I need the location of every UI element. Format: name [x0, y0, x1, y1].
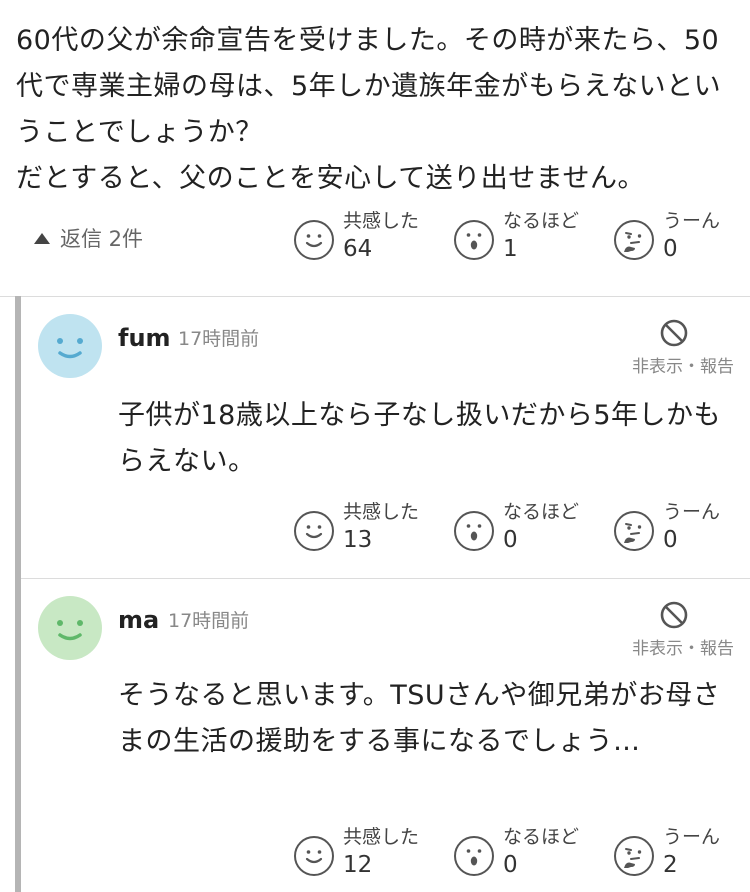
reaction-label: うーん [663, 826, 721, 848]
thinking-face-icon [614, 220, 654, 260]
block-icon [660, 319, 688, 347]
reply-toggle[interactable]: 返信 2件 [34, 223, 143, 253]
avatar[interactable] [38, 596, 102, 660]
hide-report-label: 非表示・報告 [632, 357, 734, 377]
reaction-count: 64 [343, 236, 373, 262]
surprised-face-icon [454, 220, 494, 260]
collapse-triangle-icon [34, 232, 50, 244]
timestamp: 17時間前 [168, 610, 250, 632]
reaction-count: 1 [503, 236, 518, 262]
reaction-label: なるほど [503, 210, 580, 232]
reaction-count: 0 [663, 527, 678, 553]
reaction-empathy[interactable]: 共感した 64 [294, 210, 454, 266]
reaction-label: なるほど [503, 826, 580, 848]
comment-reactions: 共感した 12 なるほど 0 うーん 2 [294, 826, 750, 882]
question-body: 60代の父が余命宣告を受けました。その時が来たら、50代で専業主婦の母は、5年し… [16, 25, 722, 194]
reaction-label: 共感した [343, 210, 420, 232]
smile-face-icon [294, 836, 334, 876]
reaction-count: 12 [343, 852, 373, 878]
reaction-empathy[interactable]: 共感した 13 [294, 501, 454, 557]
reaction-hmm[interactable]: うーん 2 [614, 826, 750, 882]
reply-count-label: 返信 2件 [60, 227, 144, 251]
comment-reactions: 共感した 13 なるほど 0 うーん 0 [294, 501, 750, 557]
divider [21, 578, 750, 579]
thinking-face-icon [614, 836, 654, 876]
surprised-face-icon [454, 511, 494, 551]
reaction-label: 共感した [343, 826, 420, 848]
reaction-label: 共感した [343, 501, 420, 523]
hide-report-button[interactable]: 非表示・報告 [594, 318, 734, 378]
surprised-face-icon [454, 836, 494, 876]
reaction-count: 0 [503, 527, 518, 553]
reaction-insight[interactable]: なるほど 0 [454, 826, 614, 882]
reaction-label: なるほど [503, 501, 580, 523]
reaction-count: 13 [343, 527, 373, 553]
thinking-face-icon [614, 511, 654, 551]
hide-report-button[interactable]: 非表示・報告 [594, 600, 734, 660]
username[interactable]: fum [118, 324, 171, 352]
smile-face-icon [294, 220, 334, 260]
hide-report-label: 非表示・報告 [632, 639, 734, 659]
reaction-insight[interactable]: なるほど 0 [454, 501, 614, 557]
post-reactions: 共感した 64 なるほど 1 うーん 0 [294, 210, 750, 266]
divider [0, 296, 750, 297]
reaction-count: 2 [663, 852, 678, 878]
reaction-empathy[interactable]: 共感した 12 [294, 826, 454, 882]
timestamp: 17時間前 [178, 328, 260, 350]
block-icon [660, 601, 688, 629]
reaction-insight[interactable]: なるほど 1 [454, 210, 614, 266]
avatar[interactable] [38, 314, 102, 378]
reaction-hmm[interactable]: うーん 0 [614, 501, 750, 557]
reaction-hmm[interactable]: うーん 0 [614, 210, 750, 266]
thread-line [15, 296, 21, 892]
comment-body: 子供が18歳以上なら子なし扱いだから5年しかもらえない。 [118, 400, 722, 477]
comment-body: そうなると思います。TSUさんや御兄弟がお母さまの生活の援助をする事になるでしょ… [118, 680, 721, 757]
smile-face-icon [294, 511, 334, 551]
reaction-label: うーん [663, 501, 721, 523]
reaction-count: 0 [503, 852, 518, 878]
reaction-count: 0 [663, 236, 678, 262]
username[interactable]: ma [118, 606, 159, 634]
reaction-label: うーん [663, 210, 721, 232]
